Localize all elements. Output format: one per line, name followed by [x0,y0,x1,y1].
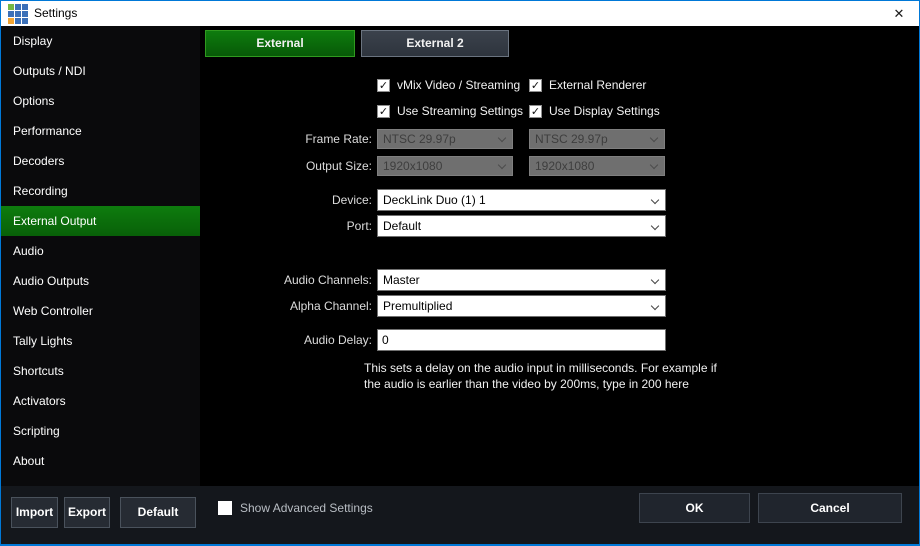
import-button[interactable]: Import [11,497,58,528]
device-row: Device: DeckLink Duo (1) 1 [200,189,919,211]
chevron-down-icon [648,216,660,236]
frame-rate-row: Frame Rate: NTSC 29.97p NTSC 29.97p [200,128,919,150]
window-body: Display Outputs / NDI Options Performanc… [1,26,919,486]
port-select[interactable]: Default [377,215,666,237]
audio-delay-label: Audio Delay: [200,329,372,351]
device-label: Device: [200,189,372,211]
sidebar-item-outputs-ndi[interactable]: Outputs / NDI [1,56,200,86]
audio-channels-row: Audio Channels: Master [200,269,919,291]
sidebar-item-audio-outputs[interactable]: Audio Outputs [1,266,200,296]
ok-button[interactable]: OK [639,493,750,523]
chevron-down-icon [648,296,660,316]
checkbox-label: Use Streaming Settings [397,104,523,118]
tab-external-2[interactable]: External 2 [361,30,509,57]
show-advanced-settings-checkbox[interactable]: Show Advanced Settings [218,501,373,515]
output-size-select-2: 1920x1080 [529,156,665,176]
sidebar-item-decoders[interactable]: Decoders [1,146,200,176]
sidebar-item-activators[interactable]: Activators [1,386,200,416]
settings-window: Settings ✕ Display Outputs / NDI Options… [0,0,920,546]
sidebar-item-options[interactable]: Options [1,86,200,116]
checkbox-label: Use Display Settings [549,104,660,118]
vmix-logo-icon [8,4,28,24]
checkbox-label: vMix Video / Streaming [397,78,520,92]
vmix-video-streaming-checkbox[interactable]: ✓ vMix Video / Streaming [377,78,520,92]
checkbox-label: External Renderer [549,78,646,92]
external-renderer-checkbox[interactable]: ✓ External Renderer [529,78,646,92]
output-size-label: Output Size: [200,155,372,177]
chevron-down-icon [647,130,659,148]
window-title: Settings [34,6,77,20]
checkbox-checked-icon: ✓ [377,105,390,118]
cancel-button[interactable]: Cancel [758,493,902,523]
close-icon: ✕ [894,6,905,21]
sidebar: Display Outputs / NDI Options Performanc… [1,26,200,486]
footer-bar: Import Export Default Show Advanced Sett… [1,486,919,544]
audio-channels-select[interactable]: Master [377,269,666,291]
checkbox-unchecked-icon [218,501,232,515]
alpha-channel-row: Alpha Channel: Premultiplied [200,295,919,317]
alpha-channel-select[interactable]: Premultiplied [377,295,666,317]
sidebar-item-external-output[interactable]: External Output [1,206,200,236]
sidebar-item-tally-lights[interactable]: Tally Lights [1,326,200,356]
sidebar-item-display[interactable]: Display [1,26,200,56]
sidebar-item-shortcuts[interactable]: Shortcuts [1,356,200,386]
alpha-channel-label: Alpha Channel: [200,295,372,317]
port-label: Port: [200,215,372,237]
checkbox-checked-icon: ✓ [377,79,390,92]
close-button[interactable]: ✕ [882,1,916,26]
frame-rate-select-2: NTSC 29.97p [529,129,665,149]
sidebar-item-recording[interactable]: Recording [1,176,200,206]
port-row: Port: Default [200,215,919,237]
sidebar-item-audio[interactable]: Audio [1,236,200,266]
audio-channels-label: Audio Channels: [200,269,372,291]
chevron-down-icon [647,157,659,175]
sidebar-item-about[interactable]: About [1,446,200,476]
use-display-settings-checkbox[interactable]: ✓ Use Display Settings [529,104,660,118]
default-button[interactable]: Default [120,497,196,528]
output-size-select-1: 1920x1080 [377,156,513,176]
sidebar-item-web-controller[interactable]: Web Controller [1,296,200,326]
audio-delay-row: Audio Delay: [200,329,919,351]
chevron-down-icon [648,270,660,290]
tab-external[interactable]: External [205,30,355,57]
checkbox-checked-icon: ✓ [529,105,542,118]
show-advanced-settings-label: Show Advanced Settings [240,501,373,515]
device-select[interactable]: DeckLink Duo (1) 1 [377,189,666,211]
audio-delay-input[interactable] [377,329,666,351]
sidebar-item-scripting[interactable]: Scripting [1,416,200,446]
chevron-down-icon [495,157,507,175]
use-streaming-settings-checkbox[interactable]: ✓ Use Streaming Settings [377,104,523,118]
output-size-row: Output Size: 1920x1080 1920x1080 [200,155,919,177]
frame-rate-label: Frame Rate: [200,128,372,150]
checkbox-checked-icon: ✓ [529,79,542,92]
sidebar-item-performance[interactable]: Performance [1,116,200,146]
titlebar: Settings ✕ [1,1,919,26]
chevron-down-icon [648,190,660,210]
external-output-panel: External External 2 ✓ vMix Video / Strea… [200,26,919,486]
audio-delay-help-text: This sets a delay on the audio input in … [364,360,717,392]
chevron-down-icon [495,130,507,148]
frame-rate-select-1: NTSC 29.97p [377,129,513,149]
export-button[interactable]: Export [64,497,110,528]
